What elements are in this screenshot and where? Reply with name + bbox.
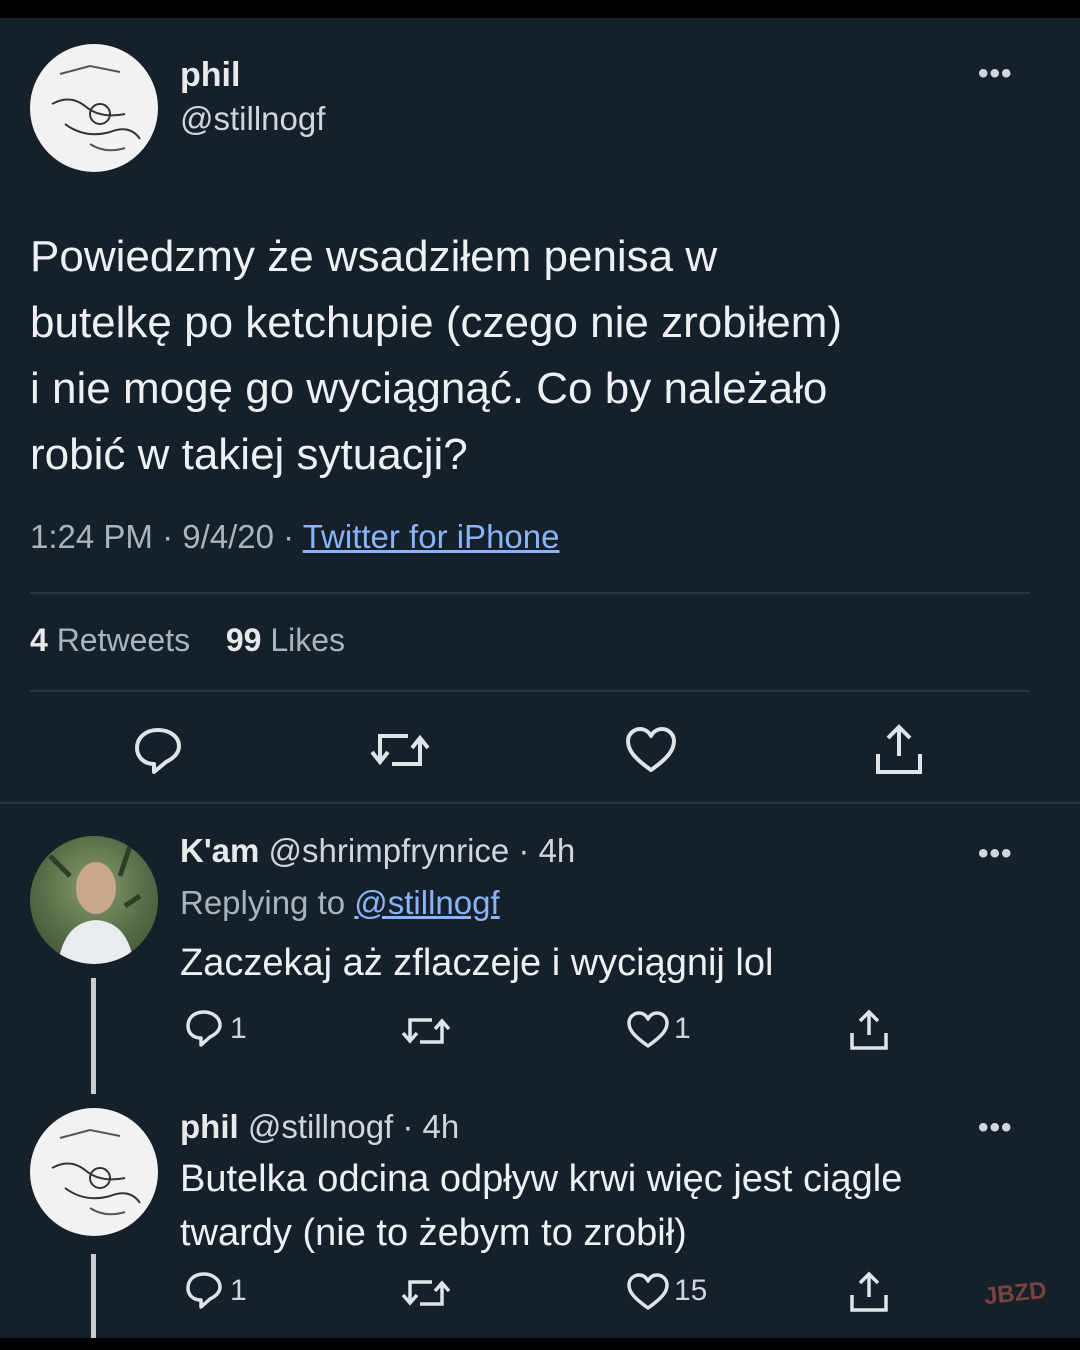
share-icon[interactable]: [872, 722, 926, 778]
reply-author-name[interactable]: phil: [180, 1108, 239, 1145]
thread-line: [91, 1254, 96, 1338]
tweet-screen: phil @stillnogf ••• Powiedzmy że wsadził…: [0, 18, 1080, 1338]
author-handle[interactable]: @stillnogf: [180, 100, 325, 138]
reply-count: 1: [230, 1274, 247, 1307]
reply-count: 1: [230, 1012, 247, 1045]
replying-to-link[interactable]: @stillnogf: [354, 884, 499, 921]
likes-label[interactable]: Likes: [270, 622, 345, 658]
divider: [30, 690, 1030, 692]
retweets-count[interactable]: 4: [30, 622, 48, 658]
like-count: 15: [674, 1274, 708, 1307]
tweet-text-line: robić w takiej sytuacji?: [30, 430, 468, 479]
tweet-text-line: Powiedzmy że wsadziłem penisa w: [30, 232, 718, 281]
reply-text-line: Butelka odcina odpływ krwi więc jest cią…: [180, 1158, 903, 1200]
watermark-logo: JBZD: [982, 1276, 1048, 1311]
avatar[interactable]: [30, 836, 158, 964]
sketch-avatar-icon: [51, 1128, 141, 1216]
tweet-timestamp: 1:24 PM · 9/4/20 ·: [30, 518, 303, 555]
more-options-button[interactable]: •••: [978, 59, 1013, 89]
share-icon[interactable]: [848, 1270, 890, 1314]
reply-header: K'am @shrimpfrynrice · 4h: [180, 832, 575, 870]
reply-handle-time[interactable]: @stillnogf · 4h: [248, 1108, 459, 1145]
retweet-icon[interactable]: [400, 1274, 452, 1312]
reply-header: phil @stillnogf · 4h: [180, 1108, 459, 1146]
like-icon[interactable]: [626, 1272, 670, 1312]
tweet-text-line: butelkę po ketchupie (czego nie zrobiłem…: [30, 298, 843, 347]
reply-text: Butelka odcina odpływ krwi więc jest cią…: [180, 1152, 902, 1260]
thread-line: [91, 978, 96, 1094]
divider: [30, 592, 1030, 594]
like-icon[interactable]: [626, 1010, 670, 1050]
retweets-label[interactable]: Retweets: [57, 622, 190, 658]
retweet-icon[interactable]: [400, 1012, 452, 1050]
retweet-icon[interactable]: [368, 726, 432, 774]
likes-count[interactable]: 99: [226, 622, 262, 658]
share-icon[interactable]: [848, 1008, 890, 1052]
reply-author-name[interactable]: K'am: [180, 832, 259, 869]
reply-icon[interactable]: [184, 1270, 224, 1310]
tweet-stats: 4 Retweets 99 Likes: [30, 622, 345, 659]
tweet-meta: 1:24 PM · 9/4/20 · Twitter for iPhone: [30, 518, 559, 556]
tweet-text-line: i nie mogę go wyciągnąć. Co by należało: [30, 364, 828, 413]
avatar[interactable]: [30, 44, 158, 172]
reply-icon[interactable]: [184, 1008, 224, 1048]
author-name[interactable]: phil: [180, 56, 240, 95]
more-options-button[interactable]: •••: [978, 839, 1013, 869]
reply-text: Zaczekaj aż zflaczeje i wyciągnij lol: [180, 942, 774, 984]
tweet-text: Powiedzmy że wsadziłem penisa w butelkę …: [30, 224, 842, 488]
reply-handle-time[interactable]: @shrimpfrynrice · 4h: [269, 832, 576, 869]
avatar[interactable]: [30, 1108, 158, 1236]
replying-to: Replying to @stillnogf: [180, 884, 500, 922]
person-photo-icon: [48, 845, 142, 964]
like-icon[interactable]: [624, 724, 678, 776]
reply-text-line: twardy (nie to żebym to zrobił): [180, 1212, 687, 1254]
divider: [0, 802, 1080, 804]
replying-to-label: Replying to: [180, 884, 355, 921]
sketch-avatar-icon: [51, 64, 141, 152]
more-options-button[interactable]: •••: [978, 1113, 1013, 1143]
reply-icon[interactable]: [132, 724, 184, 776]
tweet-source-link[interactable]: Twitter for iPhone: [303, 518, 560, 555]
like-count: 1: [674, 1012, 691, 1045]
